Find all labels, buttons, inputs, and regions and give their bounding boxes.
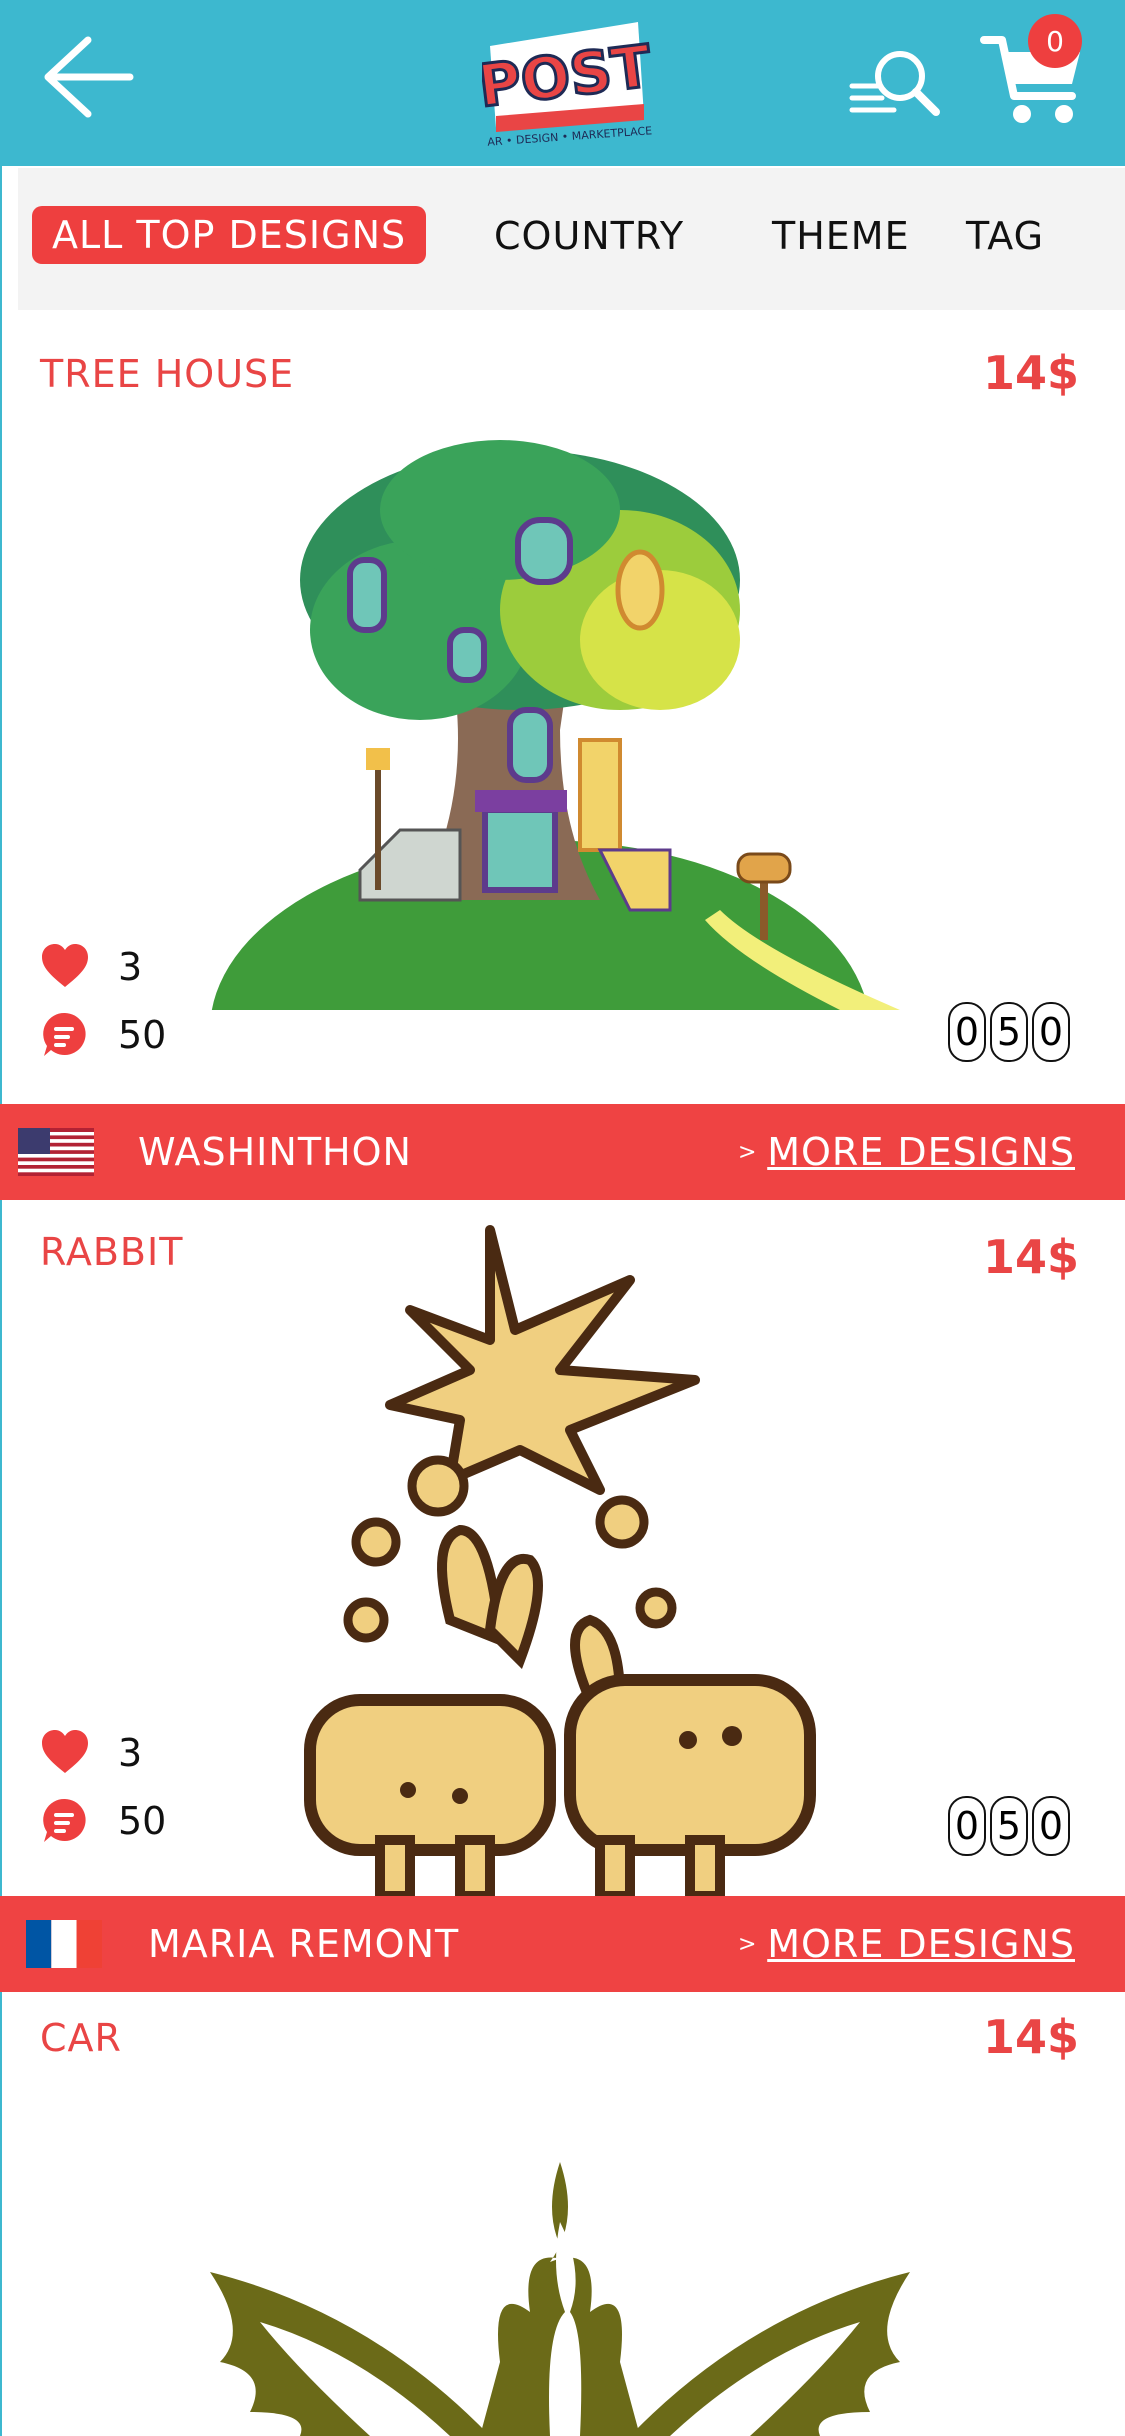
counter-digit: 0 <box>1032 1796 1070 1856</box>
more-designs-link[interactable]: MORE DESIGNS <box>767 1896 1075 1992</box>
cart-count-badge: 0 <box>1028 14 1082 68</box>
design-title: TREE HOUSE <box>40 352 295 396</box>
design-title: CAR <box>40 2016 122 2060</box>
heart-icon <box>42 1730 88 1773</box>
counter-digit: 0 <box>948 1796 986 1856</box>
us-flag-icon <box>18 1128 94 1176</box>
design-card[interactable]: RABBIT 14$ 3 50 0 5 0 MARIA REMONT > MOR… <box>0 1200 1125 1992</box>
tab-all-top-designs[interactable]: ALL TOP DESIGNS <box>32 206 427 264</box>
designer-name[interactable]: WASHINTHON <box>138 1104 412 1200</box>
likes-stat[interactable]: 3 <box>40 942 142 992</box>
likes-count: 3 <box>118 1731 143 1775</box>
counter-digit: 5 <box>990 1002 1028 1062</box>
counter-digit: 5 <box>990 1796 1028 1856</box>
search-button[interactable] <box>848 44 944 124</box>
design-card[interactable]: TREE HOUSE 14$ 3 50 0 5 0 WASHINTHON > M… <box>0 310 1125 1200</box>
comments-count: 50 <box>118 1013 167 1057</box>
tree-house-image[interactable] <box>200 430 920 1010</box>
comments-stat[interactable]: 50 <box>40 1010 166 1060</box>
design-price: 14$ <box>982 2010 1079 2064</box>
tab-theme[interactable]: THEME <box>772 206 910 266</box>
design-price: 14$ <box>982 346 1079 400</box>
view-counter: 0 5 0 <box>948 1002 1070 1062</box>
design-card[interactable]: CAR 14$ <box>0 1992 1125 2436</box>
app-header: POST AR • DESIGN • MARKETPLACE 0 <box>0 0 1125 166</box>
more-designs-link[interactable]: MORE DESIGNS <box>767 1104 1075 1200</box>
comments-count: 50 <box>118 1799 167 1843</box>
car-image[interactable] <box>190 2162 950 2436</box>
comments-stat[interactable]: 50 <box>40 1796 166 1846</box>
chevron-right-icon: > <box>738 1139 757 1165</box>
tab-tag[interactable]: TAG <box>966 206 1044 266</box>
designer-banner: WASHINTHON > MORE DESIGNS <box>0 1104 1125 1200</box>
rabbit-image[interactable] <box>300 1220 820 1896</box>
likes-count: 3 <box>118 945 143 989</box>
back-arrow-icon <box>44 36 134 118</box>
view-counter: 0 5 0 <box>948 1796 1070 1856</box>
post-logo-icon: POST AR • DESIGN • MARKETPLACE <box>473 22 657 149</box>
heart-icon <box>42 944 88 987</box>
comment-icon <box>43 1798 86 1842</box>
counter-digit: 0 <box>1032 1002 1070 1062</box>
tab-country[interactable]: COUNTRY <box>494 206 684 266</box>
design-price: 14$ <box>982 1230 1079 1284</box>
comment-icon <box>43 1012 86 1056</box>
counter-digit: 0 <box>948 1002 986 1062</box>
post-logo[interactable]: POST AR • DESIGN • MARKETPLACE <box>473 16 657 149</box>
design-title: RABBIT <box>40 1230 184 1274</box>
designer-name[interactable]: MARIA REMONT <box>148 1896 459 1992</box>
filter-tabs: ALL TOP DESIGNS COUNTRY THEME TAG <box>18 168 1125 310</box>
chevron-right-icon: > <box>738 1931 757 1957</box>
designer-banner: MARIA REMONT > MORE DESIGNS <box>0 1896 1125 1992</box>
back-button[interactable] <box>38 32 138 122</box>
france-flag-icon <box>26 1920 102 1968</box>
likes-stat[interactable]: 3 <box>40 1728 142 1778</box>
search-icon <box>849 51 940 116</box>
